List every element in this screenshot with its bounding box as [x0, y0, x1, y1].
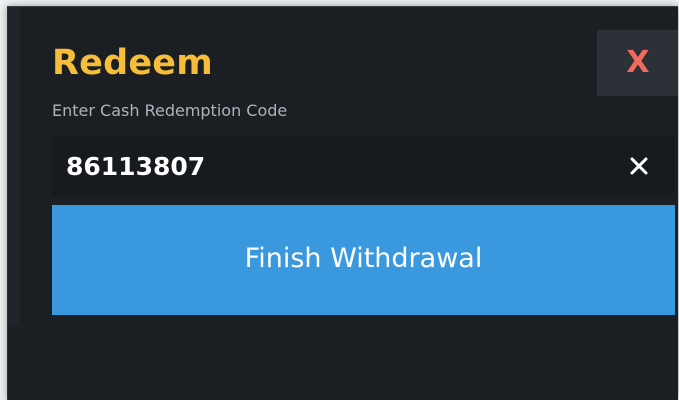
finish-withdrawal-label: Finish Withdrawal [244, 243, 483, 274]
close-icon [630, 157, 648, 175]
clear-button[interactable] [623, 150, 655, 182]
finish-withdrawal-button[interactable]: Finish Withdrawal [52, 205, 675, 315]
close-button[interactable]: X [597, 30, 678, 96]
redeem-dialog: Redeem Enter Cash Redemption Code X Fini… [20, 7, 678, 325]
code-field [52, 137, 675, 196]
background-area [8, 325, 678, 400]
code-label: Enter Cash Redemption Code [52, 101, 288, 120]
redemption-code-input[interactable] [52, 137, 606, 196]
app-frame: Redeem Enter Cash Redemption Code X Fini… [7, 6, 678, 400]
dialog-title: Redeem [52, 43, 213, 83]
